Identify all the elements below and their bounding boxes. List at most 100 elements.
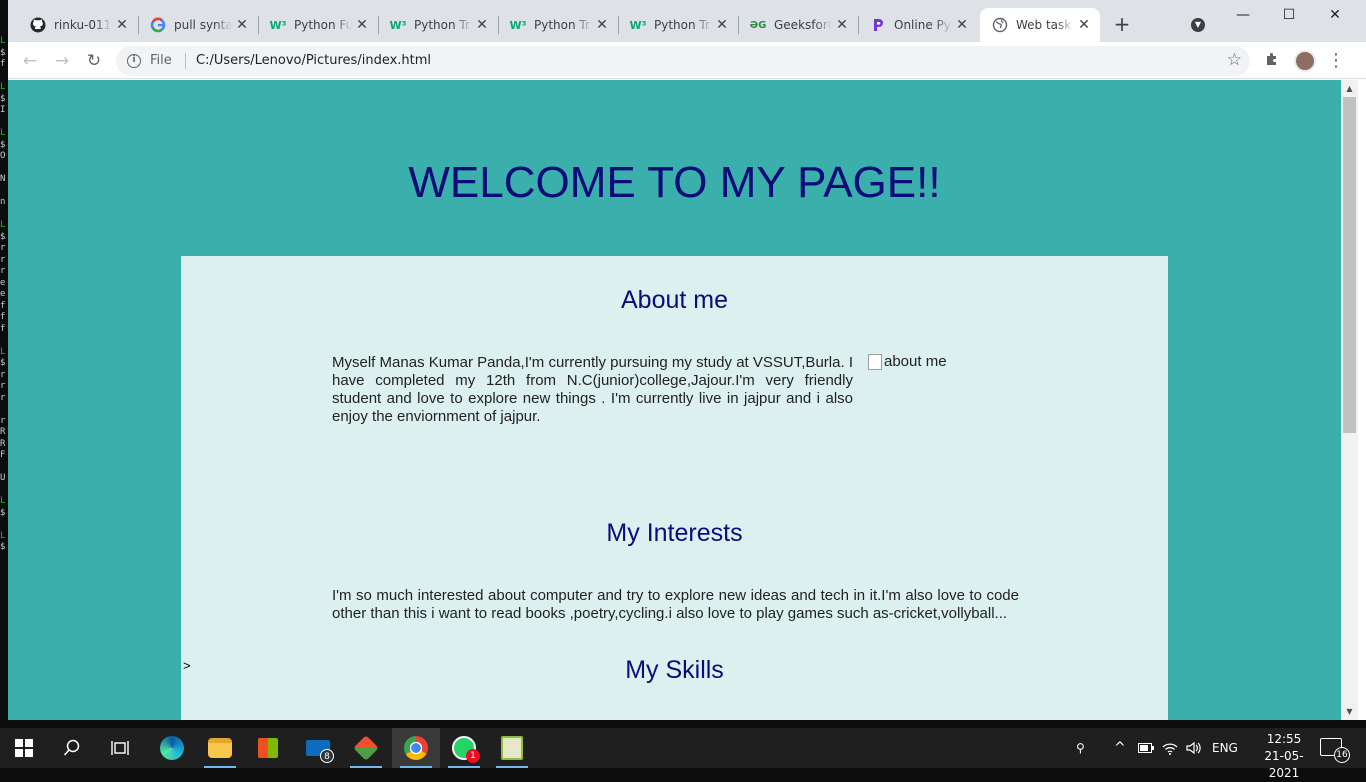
scroll-down-arrow[interactable]: ▼ bbox=[1341, 703, 1358, 720]
tab-title: Web task 2 bbox=[1016, 18, 1074, 32]
extensions-puzzle-icon[interactable] bbox=[1262, 51, 1282, 71]
terminal-line: $ bbox=[0, 93, 6, 104]
close-icon[interactable]: ✕ bbox=[354, 17, 370, 33]
tab-w3schools-3[interactable]: W³ Python Try ✕ bbox=[498, 8, 619, 42]
terminal-line: $ bbox=[0, 47, 6, 58]
tab-geeksforgeeks[interactable]: ƏG GeeksforG ✕ bbox=[738, 8, 859, 42]
info-icon[interactable]: i bbox=[127, 54, 141, 68]
programiz-icon bbox=[870, 17, 886, 33]
close-icon[interactable]: ✕ bbox=[234, 17, 250, 33]
tab-github[interactable]: rinku-011/ ✕ bbox=[18, 8, 139, 42]
tab-programiz[interactable]: Online Pyt ✕ bbox=[858, 8, 978, 42]
action-center-icon[interactable]: 16 bbox=[1320, 738, 1350, 763]
terminal-line: f bbox=[0, 323, 6, 334]
skills-heading: My Skills bbox=[625, 656, 724, 684]
wifi-icon[interactable] bbox=[1162, 728, 1178, 768]
terminal-line: r bbox=[0, 369, 6, 380]
interests-heading: My Interests bbox=[606, 519, 743, 547]
terminal-line: r bbox=[0, 415, 6, 426]
reload-icon[interactable]: ↻ bbox=[83, 50, 105, 72]
menu-kebab-icon[interactable]: ⋮ bbox=[1326, 51, 1346, 71]
forward-arrow-icon[interactable]: → bbox=[51, 50, 73, 72]
tab-title: Python Try bbox=[654, 18, 712, 32]
search-button[interactable] bbox=[48, 728, 96, 768]
tab-w3schools-2[interactable]: W³ Python Try ✕ bbox=[378, 8, 499, 42]
w3schools-icon: W³ bbox=[389, 18, 407, 32]
address-bar[interactable]: i File C:/Users/Lenovo/Pictures/index.ht… bbox=[116, 46, 1250, 76]
bookmark-star-icon[interactable]: ☆ bbox=[1227, 50, 1242, 70]
file-explorer-app[interactable] bbox=[196, 728, 244, 768]
tab-web-task[interactable]: Web task 2 ✕ bbox=[980, 8, 1100, 42]
url-text[interactable]: C:/Users/Lenovo/Pictures/index.html bbox=[196, 53, 431, 68]
terminal-line: n bbox=[0, 197, 6, 207]
close-icon[interactable]: ✕ bbox=[474, 17, 490, 33]
close-icon[interactable]: ✕ bbox=[114, 17, 130, 33]
terminal-line: r bbox=[0, 254, 6, 265]
interests-text: I'm so much interested about computer an… bbox=[332, 587, 1019, 622]
maximize-button[interactable]: ☐ bbox=[1266, 4, 1312, 26]
scroll-up-arrow[interactable]: ▲ bbox=[1341, 80, 1358, 97]
language-indicator[interactable]: ENG bbox=[1212, 728, 1238, 768]
terminal-line: L bbox=[0, 36, 6, 46]
tab-title: rinku-011/ bbox=[54, 18, 112, 32]
close-icon[interactable]: ✕ bbox=[954, 17, 970, 33]
chrome-app[interactable] bbox=[392, 728, 440, 768]
close-icon[interactable]: ✕ bbox=[1076, 17, 1092, 33]
tab-search-button[interactable]: ▼ bbox=[1191, 18, 1205, 32]
close-icon[interactable]: ✕ bbox=[834, 17, 850, 33]
terminal-line: F bbox=[0, 450, 6, 460]
new-tab-button[interactable]: + bbox=[1112, 14, 1132, 34]
tab-title: Online Pyt bbox=[894, 18, 952, 32]
terminal-line: f bbox=[0, 312, 6, 322]
people-icon[interactable]: ⚲ bbox=[1076, 728, 1085, 768]
terminal-line: U bbox=[0, 473, 6, 483]
git-diamond-icon bbox=[353, 735, 379, 761]
close-icon[interactable]: ✕ bbox=[594, 17, 610, 33]
about-image-alt-text: about me bbox=[884, 353, 947, 370]
taskbar: 8 1 ⚲ ^ ENG 12:55 21-05-2021 16 bbox=[0, 728, 1366, 780]
stray-character: > bbox=[183, 658, 191, 673]
terminal-line: O bbox=[0, 151, 6, 161]
terminal-line: L bbox=[0, 128, 6, 138]
chrome-icon bbox=[404, 736, 428, 760]
whatsapp-badge: 1 bbox=[466, 749, 480, 763]
back-arrow-icon[interactable]: ← bbox=[19, 50, 41, 72]
terminal-line: L bbox=[0, 346, 6, 357]
task-view-button[interactable] bbox=[96, 728, 144, 768]
profile-avatar[interactable] bbox=[1294, 50, 1316, 72]
scrollbar-thumb[interactable] bbox=[1343, 97, 1356, 433]
terminal-line: $ bbox=[0, 507, 6, 518]
store-app[interactable] bbox=[244, 728, 292, 768]
tab-w3schools-4[interactable]: W³ Python Try ✕ bbox=[618, 8, 739, 42]
notepad-plus-app[interactable] bbox=[488, 728, 536, 768]
start-button[interactable] bbox=[0, 728, 48, 768]
mail-app[interactable]: 8 bbox=[294, 728, 342, 768]
terminal-line: I bbox=[0, 105, 6, 115]
terminal-line: $ bbox=[0, 542, 6, 552]
window-close-button[interactable]: ✕ bbox=[1312, 4, 1358, 26]
content-card: About me Myself Manas Kumar Panda,I'm cu… bbox=[181, 256, 1168, 720]
volume-icon[interactable] bbox=[1186, 728, 1202, 768]
git-app[interactable] bbox=[342, 728, 390, 768]
tab-title: Python Try bbox=[534, 18, 592, 32]
edge-app[interactable] bbox=[148, 728, 196, 768]
task-view-icon bbox=[111, 741, 129, 755]
battery-icon[interactable] bbox=[1138, 728, 1154, 768]
minimize-button[interactable]: — bbox=[1220, 4, 1266, 26]
browser-window: rinku-011/ ✕ pull syntax ✕ W³ Python Fu … bbox=[8, 0, 1366, 720]
terminal-line: $ bbox=[0, 358, 6, 368]
terminal-line: f bbox=[0, 300, 6, 311]
tab-google[interactable]: pull syntax ✕ bbox=[138, 8, 259, 42]
page-scrollbar[interactable]: ▲ ▼ bbox=[1341, 80, 1358, 720]
tab-w3schools-1[interactable]: W³ Python Fu ✕ bbox=[258, 8, 379, 42]
whatsapp-app[interactable]: 1 bbox=[440, 728, 488, 768]
broken-image-icon bbox=[868, 353, 882, 370]
tab-title: GeeksforG bbox=[774, 18, 832, 32]
clock[interactable]: 12:55 21-05-2021 bbox=[1254, 731, 1314, 782]
about-image: about me bbox=[868, 353, 947, 370]
close-icon[interactable]: ✕ bbox=[714, 17, 730, 33]
chevron-up-icon[interactable]: ^ bbox=[1114, 728, 1126, 768]
